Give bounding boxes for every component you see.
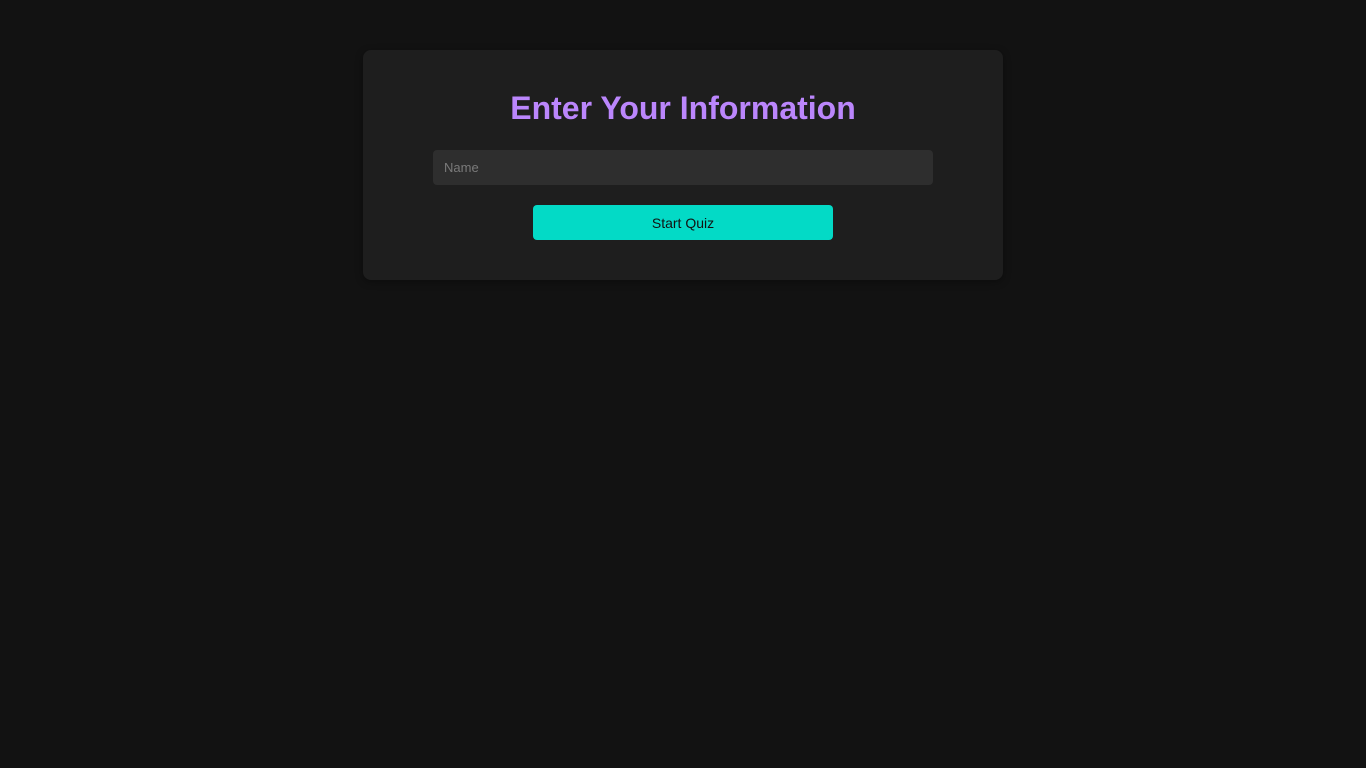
page: Enter Your Information Start Quiz <box>0 0 1366 768</box>
name-input[interactable] <box>433 150 933 185</box>
start-quiz-button[interactable]: Start Quiz <box>533 205 833 240</box>
form-title: Enter Your Information <box>510 90 856 126</box>
info-form-card: Enter Your Information Start Quiz <box>363 50 1003 280</box>
